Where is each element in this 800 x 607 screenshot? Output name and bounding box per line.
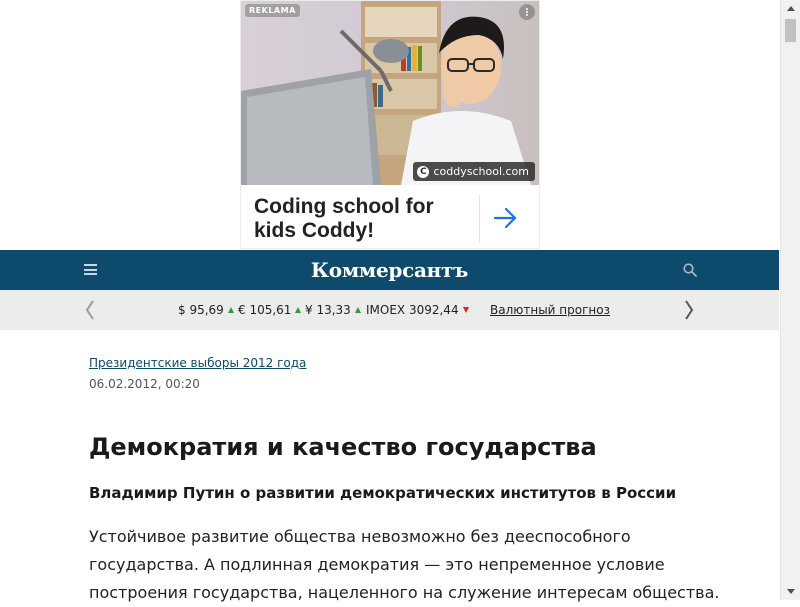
ad-image[interactable]: REKLAMA C coddyschool.com <box>241 1 539 185</box>
ad-badge: REKLAMA <box>245 4 300 17</box>
article-body-line: Устойчивое развитие общества невозможно … <box>89 527 631 546</box>
ad-photo <box>241 1 539 185</box>
trend-up-icon <box>354 307 361 313</box>
article-rubric-link[interactable]: Президентские выборы 2012 года <box>89 356 306 370</box>
ad-headline[interactable]: Coding school for kids Coddy! <box>254 195 474 243</box>
trend-up-icon <box>227 307 234 313</box>
search-icon[interactable] <box>683 263 697 277</box>
ad-domain-text: coddyschool.com <box>433 165 529 178</box>
trend-down-icon <box>462 307 469 313</box>
trend-up-icon <box>295 307 302 313</box>
article-date: 06.02.2012, 00:20 <box>89 377 200 391</box>
rate-cny[interactable]: ¥ 13,33 <box>305 303 361 317</box>
chevron-left-icon[interactable] <box>83 299 97 321</box>
scroll-thumb[interactable] <box>785 19 796 42</box>
arrow-right-icon[interactable] <box>493 207 519 229</box>
currency-forecast-link[interactable]: Валютный прогноз <box>490 303 610 317</box>
rate-imoex[interactable]: IMOEX 3092,44 <box>366 303 469 317</box>
article-body: Устойчивое развитие общества невозможно … <box>89 523 720 607</box>
ad-options-icon[interactable] <box>519 4 535 20</box>
coddy-logo-icon: C <box>417 165 430 178</box>
ad-divider <box>479 195 480 243</box>
rate-eur[interactable]: € 105,61 <box>238 303 302 317</box>
ad-domain-label[interactable]: C coddyschool.com <box>413 162 535 181</box>
article-subtitle: Владимир Путин о развитии демократически… <box>89 484 677 502</box>
scroll-up-icon[interactable] <box>781 0 800 17</box>
rate-usd[interactable]: $ 95,69 <box>178 303 234 317</box>
currency-rates-bar: $ 95,69 € 105,61 ¥ 13,33 IMOEX 3092,44 В… <box>0 290 779 330</box>
article-body-line: государства. А подлинная демократия — эт… <box>89 555 665 574</box>
chevron-right-icon[interactable] <box>682 299 696 321</box>
site-logo[interactable]: Коммерсантъ <box>0 258 779 282</box>
article-title: Демократия и качество государства <box>89 433 597 461</box>
scroll-down-icon[interactable] <box>781 583 800 600</box>
article-body-line: построения государства, нацеленного на с… <box>89 583 720 602</box>
site-header: Коммерсантъ <box>0 250 779 290</box>
vertical-scrollbar[interactable] <box>780 0 800 600</box>
advertisement[interactable]: REKLAMA C coddyschool.com Coding school … <box>240 0 540 249</box>
